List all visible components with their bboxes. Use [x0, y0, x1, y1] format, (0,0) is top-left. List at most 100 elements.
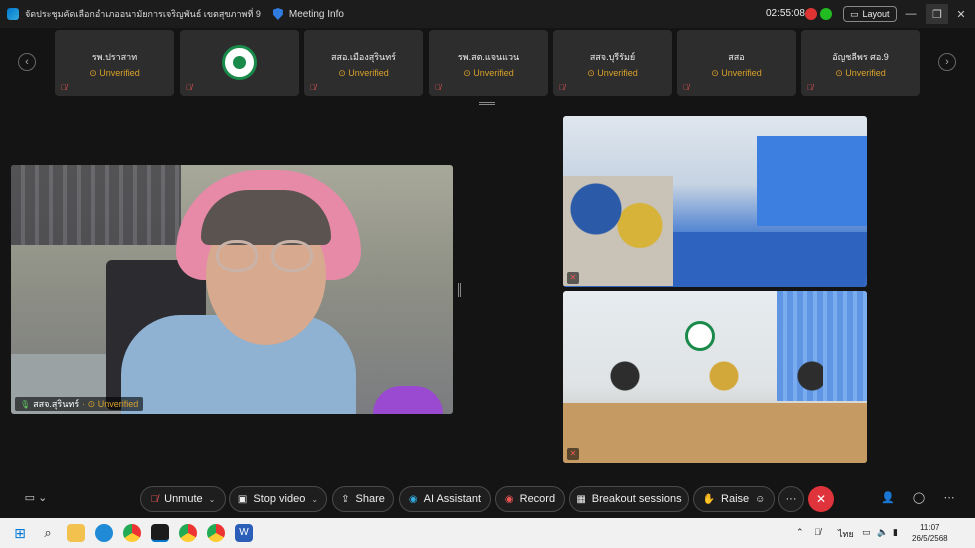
clock-time: 11:07	[920, 523, 940, 532]
participant-name: อัญชลีพร ศอ.9	[832, 52, 889, 62]
participants-button[interactable]: 👤	[880, 491, 896, 507]
participant-video[interactable]: ✕	[563, 116, 867, 287]
chat-button[interactable]: ◯	[911, 491, 927, 507]
muted-mic-icon: ✕	[567, 272, 579, 284]
more-icon: ⋯	[943, 492, 955, 504]
meeting-info-link[interactable]: Meeting Info	[289, 9, 344, 20]
file-explorer-icon[interactable]	[67, 524, 85, 542]
share-label: Share	[355, 493, 385, 505]
muted-mic-icon: 🎙̸	[61, 83, 67, 92]
participant-tile[interactable]: สสจ.บุรีรัมย์ ⊙ Unverified 🎙̸	[553, 30, 672, 96]
video-background-shelf	[11, 165, 181, 245]
search-icon[interactable]: ⌕	[39, 524, 57, 542]
windows-taskbar: ⊞ ⌕ W ⌃ 🎙̸ ไทย ▭ 🔈 ▮ 11:07 26/5/2568	[0, 518, 975, 548]
muted-mic-icon: 🎙̸	[683, 83, 689, 92]
raise-hand-button[interactable]: ✋ Raise ☺	[693, 486, 775, 512]
stop-video-button[interactable]: ▣ Stop video ⌄	[229, 486, 327, 512]
more-options-button[interactable]: ···	[778, 486, 804, 512]
raise-label: Raise	[721, 493, 750, 505]
participant-status: ⊙ Unverified	[835, 68, 886, 78]
close-icon: ✕	[815, 492, 827, 506]
active-speaker-video[interactable]: 🎙 สสจ.สุรินทร์ · ⊙ Unverified	[11, 165, 453, 414]
muted-mic-icon: 🎙̸	[150, 493, 159, 505]
speaker-name-label: 🎙 สสจ.สุรินทร์ · ⊙ Unverified	[15, 397, 144, 411]
meeting-timer: 02:55:08	[766, 8, 805, 19]
layout-icon: ▭	[850, 8, 859, 19]
chrome-icon[interactable]	[179, 524, 197, 542]
strip-prev-button[interactable]: ‹	[18, 53, 36, 71]
share-button[interactable]: ⇪ Share	[332, 486, 394, 512]
muted-mic-icon: 🎙̸	[186, 83, 192, 92]
ai-assistant-button[interactable]: ◉ AI Assistant	[399, 486, 491, 512]
edge-browser-icon[interactable]	[95, 524, 113, 542]
unmute-button[interactable]: 🎙̸ Unmute ⌄	[140, 486, 226, 512]
recording-indicator-icon[interactable]	[805, 8, 817, 20]
participant-status: ⊙ Unverified	[89, 68, 140, 78]
more-panels-button[interactable]: ⋯	[941, 491, 957, 507]
volume-icon[interactable]: 🔈	[877, 527, 888, 538]
participant-status: ⊙ Unverified	[338, 68, 389, 78]
participant-tile[interactable]: รพ.ปราสาท ⊙ Unverified 🎙̸	[55, 30, 174, 96]
chat-bubble-icon: ◯	[912, 492, 926, 504]
meeting-controls: ▭ ⌄ 🎙̸ Unmute ⌄ ▣ Stop video ⌄ ⇪ Share ◉…	[0, 484, 975, 516]
connection-status-icon[interactable]	[820, 8, 832, 20]
muted-mic-icon: 🎙̸	[310, 83, 316, 92]
layout-button[interactable]: ▭ Layout	[843, 6, 897, 22]
participant-status: ⊙ Unverified	[587, 68, 638, 78]
network-icon[interactable]: ▭	[862, 527, 871, 538]
strip-next-button[interactable]: ›	[938, 53, 956, 71]
share-screen-icon: ⇪	[341, 493, 350, 505]
participant-tile[interactable]: อัญชลีพร ศอ.9 ⊙ Unverified 🎙̸	[801, 30, 920, 96]
participant-tile[interactable]: รพ.สต.แจนแวน ⊙ Unverified 🎙̸	[429, 30, 548, 96]
leave-meeting-button[interactable]: ✕	[808, 486, 834, 512]
tray-mic-muted-icon[interactable]: 🎙̸	[814, 527, 821, 537]
clock-date: 26/5/2568	[912, 534, 948, 543]
breakout-sessions-button[interactable]: ▦ Breakout sessions	[569, 486, 689, 512]
captions-icon: ▭	[24, 492, 36, 504]
restore-icon[interactable]: ❐	[926, 4, 948, 24]
shield-icon	[272, 8, 283, 20]
chevron-left-icon: ‹	[25, 56, 29, 68]
speaker-hair	[201, 190, 331, 245]
chrome-icon[interactable]	[207, 524, 225, 542]
chrome-icon[interactable]	[123, 524, 141, 542]
windows-start-icon[interactable]: ⊞	[11, 524, 29, 542]
record-button[interactable]: ◉ Record	[495, 486, 565, 512]
participant-status: ⊙ Unverified	[463, 68, 514, 78]
ai-assistant-label: AI Assistant	[423, 493, 482, 505]
chevron-right-icon: ›	[945, 56, 949, 68]
close-icon[interactable]: ✕	[950, 4, 972, 24]
video-curtain	[757, 136, 867, 226]
participant-name: สสอ	[728, 52, 745, 62]
meeting-title: จัดประชุมคัดเลือกอำเภออนามัยการเจริญพันธ…	[25, 9, 261, 19]
video-people	[563, 176, 673, 286]
muted-mic-icon: 🎙̸	[559, 83, 565, 92]
participant-video[interactable]: ✕	[563, 291, 867, 463]
webex-taskbar-icon[interactable]	[151, 524, 169, 542]
record-icon: ◉	[504, 493, 514, 505]
participant-tile[interactable]: สสอ.เมืองสุรินทร์ ⊙ Unverified 🎙̸	[304, 30, 423, 96]
system-clock[interactable]: 11:07 26/5/2568	[912, 522, 948, 544]
participant-tile[interactable]: 🎙̸	[180, 30, 299, 96]
participant-strip: ‹ รพ.ปราสาท ⊙ Unverified 🎙̸ 🎙̸ สสอ.เมือง…	[0, 28, 975, 100]
word-icon[interactable]: W	[235, 524, 253, 542]
video-cushion	[373, 386, 443, 414]
minimize-icon[interactable]: —	[900, 4, 922, 24]
tray-chevron-up-icon[interactable]: ⌃	[796, 527, 804, 538]
strip-resize-handle[interactable]	[479, 102, 495, 105]
participant-name: สสจ.บุรีรัมย์	[589, 52, 636, 62]
ai-assistant-icon: ◉	[408, 493, 418, 505]
battery-icon[interactable]: ▮	[893, 527, 898, 538]
participant-tile[interactable]: สสอ ⊙ Unverified 🎙̸	[677, 30, 796, 96]
speaker-glasses	[216, 240, 258, 272]
title-bar: จัดประชุมคัดเลือกอำเภออนามัยการเจริญพันธ…	[0, 0, 975, 28]
video-people	[603, 356, 823, 406]
speaker-glasses	[271, 240, 313, 272]
speaker-status: · ⊙ Unverified	[82, 398, 139, 409]
more-label: ···	[785, 493, 797, 505]
input-language[interactable]: ไทย	[838, 527, 854, 541]
muted-mic-icon: 🎙̸	[807, 83, 813, 92]
stage-resize-divider[interactable]	[458, 283, 461, 297]
chat-options-button[interactable]: ▭ ⌄	[22, 491, 50, 507]
breakout-grid-icon: ▦	[576, 493, 586, 505]
